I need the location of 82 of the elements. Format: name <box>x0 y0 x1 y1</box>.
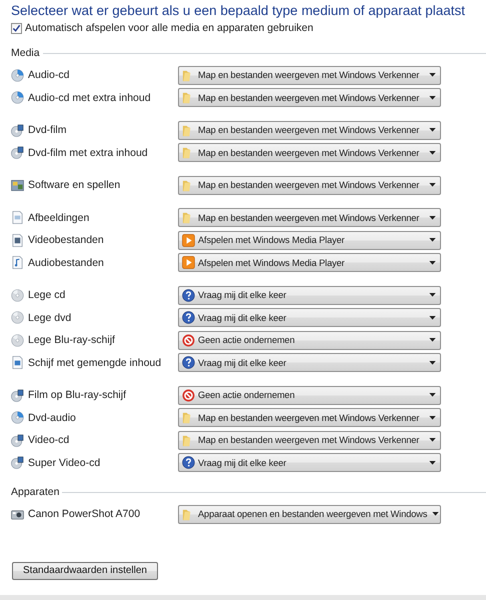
caret-icon <box>429 216 436 220</box>
action-dropdown[interactable]: Apparaat openen en bestanden weergeven met Windows <box>178 504 441 524</box>
media-type-label: Dvd-film met extra inhoud <box>28 146 148 159</box>
file-icon <box>11 211 24 224</box>
media-type-label: Audio-cd met extra inhoud <box>28 92 151 104</box>
action-dropdown[interactable]: Vraag mij dit elke keer <box>178 286 441 305</box>
caret-icon <box>429 338 436 342</box>
media-type-label: Video-cd <box>28 434 70 446</box>
action-dropdown[interactable]: Map en bestanden weergeven met Windows Verkenner <box>178 120 441 140</box>
disc-icon <box>11 146 24 160</box>
help-icon <box>182 288 195 302</box>
disc-icon <box>11 434 24 447</box>
help-icon <box>182 456 195 470</box>
camera-icon <box>11 508 24 521</box>
action-dropdown[interactable]: Map en bestanden weergeven met Windows Verkenner <box>178 88 441 108</box>
caret-icon <box>432 512 440 516</box>
action-dropdown[interactable]: Map en bestanden weergeven met Windows Verkenner <box>178 176 441 195</box>
caret-icon <box>429 150 436 155</box>
caret-icon <box>429 360 436 365</box>
prohibited-icon <box>182 388 195 402</box>
caret-icon <box>429 128 436 132</box>
media-type-label: Lege cd <box>28 289 66 302</box>
media-type-label: Canon PowerShot A700 <box>28 508 140 520</box>
action-dropdown[interactable]: Vraag mij dit elke keer <box>178 453 441 472</box>
media-type-label: Software en spellen <box>28 179 120 192</box>
caret-icon <box>429 460 436 465</box>
help-icon <box>182 311 195 324</box>
file-icon <box>11 256 24 270</box>
media-type-label: Audio-cd <box>28 69 70 82</box>
caret-icon <box>429 293 436 298</box>
media-type-label: Dvd-film <box>28 124 66 136</box>
play-icon <box>182 234 195 247</box>
action-dropdown[interactable]: Map en bestanden weergeven met Windows Verkenner <box>178 208 441 228</box>
caret-icon <box>429 238 436 242</box>
media-type-label: Lege Blu-ray-schijf <box>28 334 115 346</box>
media-type-label: Dvd-audio <box>28 412 76 424</box>
disc-icon <box>11 388 24 402</box>
action-dropdown[interactable]: Vraag mij dit elke keer <box>178 353 441 372</box>
section-heading: Apparaten <box>11 486 60 498</box>
action-dropdown[interactable]: Geen actie ondernemen <box>178 330 441 350</box>
caret-icon <box>429 316 436 320</box>
caret-icon <box>429 393 436 398</box>
caret-icon <box>429 260 436 265</box>
disc-icon <box>11 288 24 302</box>
media-type-label: Super Video-cd <box>28 456 100 469</box>
page-title: Selecteer wat er gebeurt als u een bepaald type medium of apparaat plaatst <box>11 3 466 18</box>
caret-icon <box>429 416 436 420</box>
caret-icon <box>429 183 436 188</box>
action-dropdown[interactable]: Map en bestanden weergeven met Windows Verkenner <box>178 408 441 428</box>
media-type-label: Lege dvd <box>28 312 72 324</box>
action-dropdown[interactable]: Afspelen met Windows Media Player <box>178 230 441 250</box>
media-type-label: Afbeeldingen <box>28 212 90 224</box>
file-icon <box>11 356 24 370</box>
action-dropdown[interactable]: Map en bestanden weergeven met Windows Verkenner <box>178 66 441 85</box>
prohibited-icon <box>182 334 195 347</box>
caret-icon <box>429 438 436 442</box>
section-heading: Media <box>11 47 40 59</box>
disc-icon <box>11 311 24 324</box>
disc-icon <box>11 91 24 104</box>
action-dropdown[interactable]: Vraag mij dit elke keer <box>178 308 441 328</box>
disc-icon <box>11 68 24 82</box>
action-dropdown[interactable]: Afspelen met Windows Media Player <box>178 253 441 272</box>
disc-icon <box>11 456 24 470</box>
play-icon <box>182 256 195 270</box>
media-type-label: Schijf met gemengde inhoud <box>28 356 162 369</box>
media-type-label: Film op Blu-ray-schijf <box>28 389 126 402</box>
file-icon <box>11 234 24 247</box>
disc-icon <box>11 411 24 424</box>
software-icon <box>11 178 24 192</box>
restore-defaults-button[interactable]: Standaardwaarden instellen <box>12 562 158 580</box>
disc-icon <box>11 334 24 347</box>
media-type-label: Videobestanden <box>28 234 104 246</box>
caret-icon <box>429 96 436 100</box>
caret-icon <box>429 73 436 78</box>
checkbox[interactable] <box>11 22 22 34</box>
media-type-label: Audiobestanden <box>28 256 104 269</box>
help-icon <box>182 356 195 370</box>
action-dropdown[interactable]: Map en bestanden weergeven met Windows Verkenner <box>178 430 441 450</box>
disc-icon <box>11 124 24 137</box>
action-dropdown[interactable]: Geen actie ondernemen <box>178 386 441 405</box>
checkbox-label: Automatisch afspelen voor alle media en apparaten gebruiken <box>25 22 314 34</box>
action-dropdown[interactable]: Map en bestanden weergeven met Windows Verkenner <box>178 143 441 162</box>
